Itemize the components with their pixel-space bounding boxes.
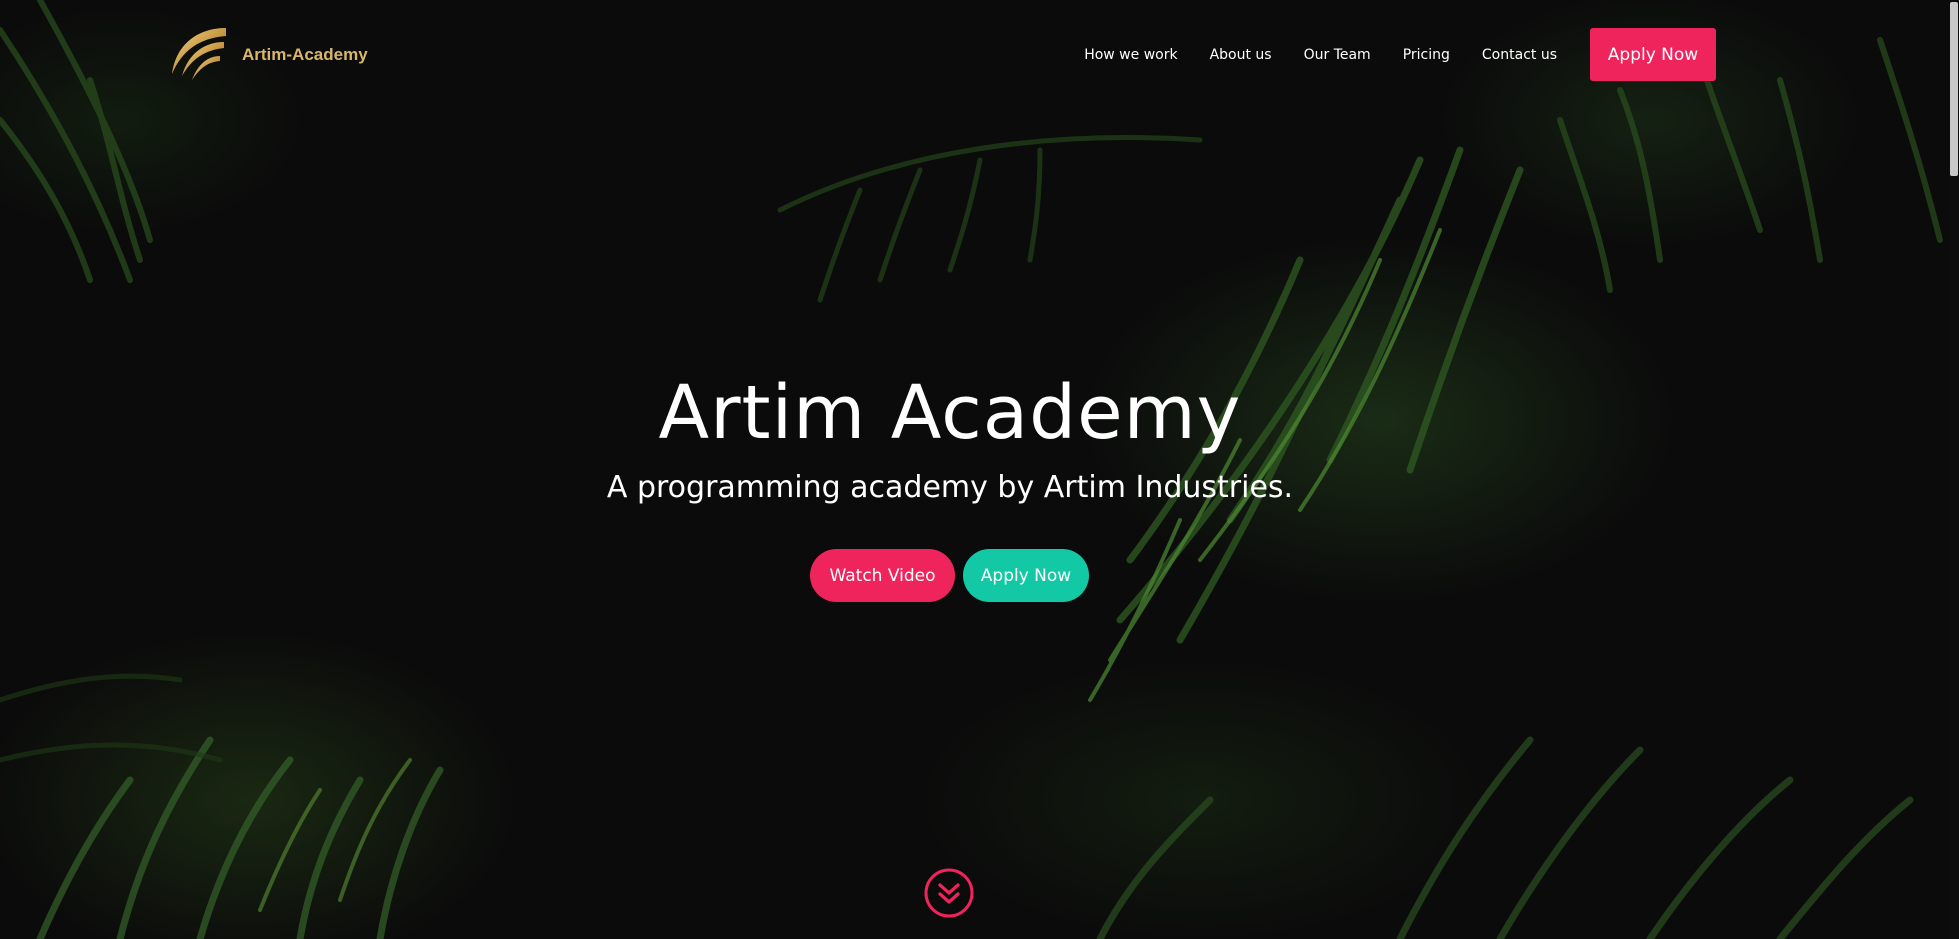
brand-name: Artim-Academy — [242, 45, 368, 64]
hero-buttons: Watch Video Apply Now — [810, 549, 1089, 602]
hero-title: Artim Academy — [658, 370, 1242, 456]
nav-item-our-team[interactable]: Our Team — [1304, 47, 1371, 63]
landing-page: Artim-Academy How we work About us Our T… — [0, 0, 1959, 939]
double-chevron-down-icon[interactable] — [924, 868, 974, 918]
brand[interactable]: Artim-Academy — [168, 26, 368, 84]
golden-swoosh-logo-icon — [172, 28, 226, 80]
hero-apply-now-button[interactable]: Apply Now — [963, 549, 1089, 602]
watch-video-button[interactable]: Watch Video — [810, 549, 955, 602]
nav-item-pricing[interactable]: Pricing — [1403, 47, 1450, 63]
scrollbar-thumb[interactable] — [1950, 2, 1958, 176]
nav-item-how-we-work[interactable]: How we work — [1084, 47, 1177, 63]
nav-item-contact-us[interactable]: Contact us — [1482, 47, 1557, 63]
page-scrollbar[interactable] — [1949, 0, 1959, 939]
nav-item-about-us[interactable]: About us — [1210, 47, 1272, 63]
header-apply-now-button[interactable]: Apply Now — [1590, 28, 1716, 81]
hero-subtitle: A programming academy by Artim Industrie… — [606, 470, 1294, 505]
main-nav: How we work About us Our Team Pricing Co… — [1052, 28, 1716, 81]
